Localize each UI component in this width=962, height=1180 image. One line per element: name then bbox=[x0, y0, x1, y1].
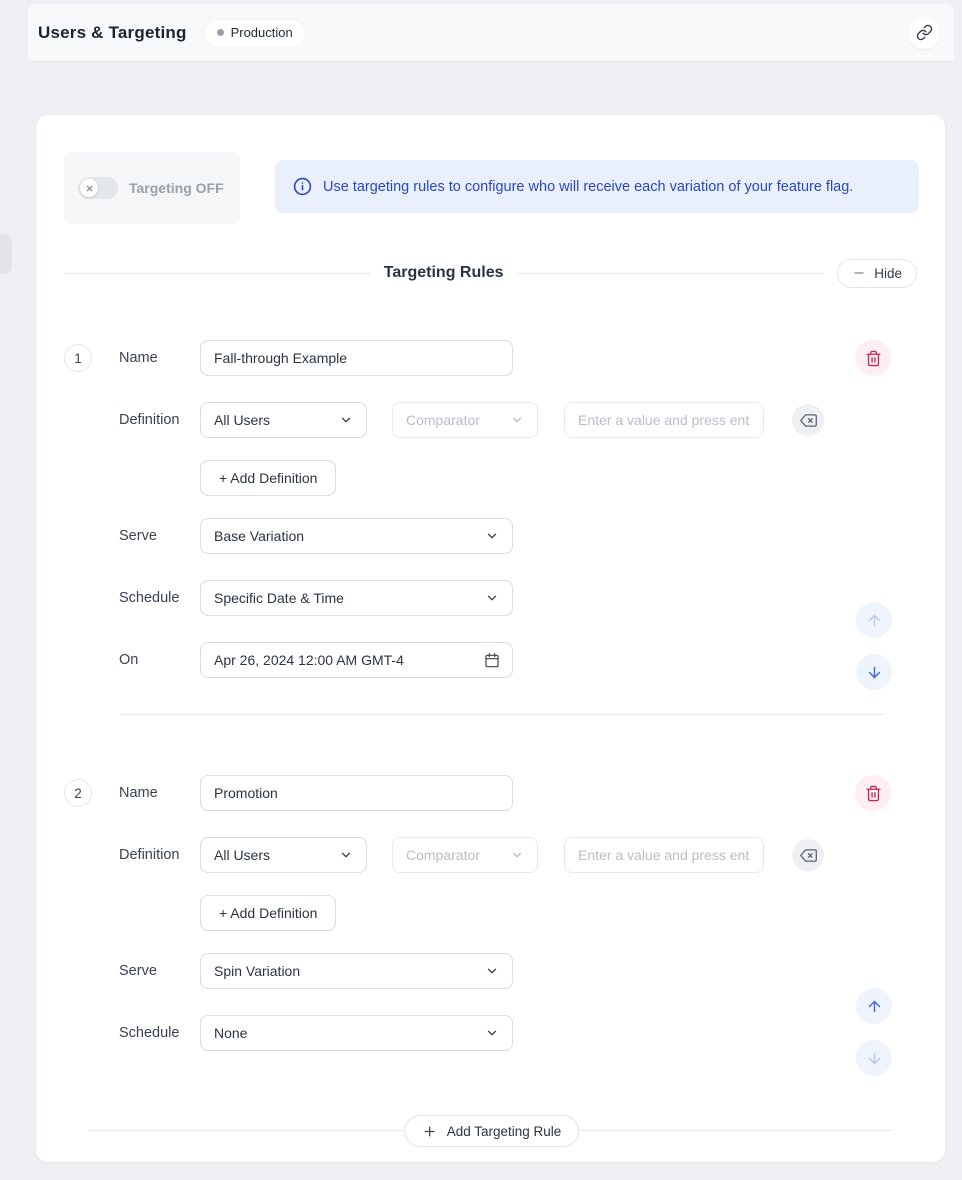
definition-label: Definition bbox=[119, 847, 200, 863]
backspace-icon bbox=[800, 412, 817, 429]
add-definition-button[interactable]: + Add Definition bbox=[200, 460, 336, 496]
definition-value-input[interactable] bbox=[564, 837, 764, 873]
move-rule-up-button[interactable] bbox=[856, 602, 892, 638]
section-title: Targeting Rules bbox=[384, 264, 504, 282]
info-icon bbox=[293, 177, 312, 196]
arrow-up-icon bbox=[866, 612, 883, 629]
serve-select-value: Spin Variation bbox=[214, 963, 300, 979]
name-label: Name bbox=[119, 785, 200, 801]
arrow-down-icon bbox=[866, 664, 883, 681]
schedule-select[interactable]: Specific Date & Time bbox=[200, 580, 513, 616]
schedule-datetime-field[interactable]: Apr 26, 2024 12:00 AM GMT-4 bbox=[200, 642, 513, 678]
page-header: Users & Targeting Production bbox=[28, 4, 954, 62]
chevron-down-icon bbox=[485, 964, 499, 978]
schedule-select-value: None bbox=[214, 1025, 247, 1041]
targeting-rule-2: 2 Name Definition All Users Comparator bbox=[64, 775, 919, 1051]
targeting-toggle-label: Targeting OFF bbox=[129, 180, 224, 196]
sidebar-handle[interactable] bbox=[0, 234, 12, 274]
targeting-toggle-container: Targeting OFF bbox=[64, 152, 240, 224]
serve-label: Serve bbox=[119, 528, 200, 544]
rule-name-input[interactable] bbox=[200, 340, 513, 376]
rule-number-badge: 1 bbox=[64, 344, 92, 372]
name-label: Name bbox=[119, 350, 200, 366]
trash-icon bbox=[865, 350, 882, 367]
rule-divider bbox=[120, 714, 885, 715]
comparator-select-placeholder: Comparator bbox=[406, 847, 480, 863]
move-rule-up-button[interactable] bbox=[856, 988, 892, 1024]
clear-definition-button[interactable] bbox=[792, 839, 824, 871]
schedule-select-value: Specific Date & Time bbox=[214, 590, 344, 606]
serve-label: Serve bbox=[119, 963, 200, 979]
schedule-select[interactable]: None bbox=[200, 1015, 513, 1051]
backspace-icon bbox=[800, 847, 817, 864]
comparator-select[interactable]: Comparator bbox=[392, 402, 538, 438]
arrow-up-icon bbox=[866, 998, 883, 1015]
chevron-down-icon bbox=[510, 413, 524, 427]
clear-definition-button[interactable] bbox=[792, 404, 824, 436]
divider bbox=[64, 273, 370, 274]
hide-rules-button[interactable]: Hide bbox=[837, 259, 917, 288]
serve-select[interactable]: Spin Variation bbox=[200, 953, 513, 989]
minus-icon bbox=[852, 266, 866, 280]
link-icon bbox=[916, 24, 933, 41]
targeting-card: Targeting OFF Use targeting rules to con… bbox=[36, 115, 945, 1162]
trash-icon bbox=[865, 785, 882, 802]
chevron-down-icon bbox=[510, 848, 524, 862]
schedule-label: Schedule bbox=[119, 590, 200, 606]
copy-link-button[interactable] bbox=[908, 17, 940, 49]
audience-select-value: All Users bbox=[214, 412, 270, 428]
environment-badge: Production bbox=[205, 20, 305, 46]
environment-dot-icon bbox=[217, 29, 224, 36]
definition-value-input[interactable] bbox=[564, 402, 764, 438]
add-targeting-rule-button[interactable]: Add Targeting Rule bbox=[404, 1115, 580, 1147]
move-rule-down-button[interactable] bbox=[856, 1040, 892, 1076]
comparator-select-placeholder: Comparator bbox=[406, 412, 480, 428]
toggle-x-icon bbox=[80, 179, 98, 197]
chevron-down-icon bbox=[339, 413, 353, 427]
environment-badge-label: Production bbox=[231, 25, 293, 40]
serve-select[interactable]: Base Variation bbox=[200, 518, 513, 554]
audience-select[interactable]: All Users bbox=[200, 837, 367, 873]
plus-icon bbox=[422, 1124, 437, 1139]
delete-rule-button[interactable] bbox=[855, 775, 891, 811]
arrow-down-icon bbox=[866, 1050, 883, 1067]
rule-name-input[interactable] bbox=[200, 775, 513, 811]
schedule-datetime-value: Apr 26, 2024 12:00 AM GMT-4 bbox=[214, 652, 404, 668]
targeting-rules-header: Targeting Rules Hide bbox=[64, 258, 919, 288]
targeting-rule-1: 1 Name Definition All Users Comparator bbox=[64, 340, 919, 678]
audience-select-value: All Users bbox=[214, 847, 270, 863]
add-definition-button[interactable]: + Add Definition bbox=[200, 895, 336, 931]
serve-select-value: Base Variation bbox=[214, 528, 304, 544]
on-label: On bbox=[119, 652, 200, 668]
add-rule-row: Add Targeting Rule bbox=[64, 1115, 919, 1147]
page-title: Users & Targeting bbox=[38, 23, 187, 43]
info-banner: Use targeting rules to configure who wil… bbox=[275, 160, 919, 213]
chevron-down-icon bbox=[485, 1026, 499, 1040]
add-targeting-rule-label: Add Targeting Rule bbox=[447, 1124, 562, 1139]
chevron-down-icon bbox=[485, 529, 499, 543]
hide-button-label: Hide bbox=[874, 266, 902, 281]
rule-number-badge: 2 bbox=[64, 779, 92, 807]
targeting-toggle[interactable] bbox=[78, 177, 118, 199]
comparator-select[interactable]: Comparator bbox=[392, 837, 538, 873]
schedule-label: Schedule bbox=[119, 1025, 200, 1041]
delete-rule-button[interactable] bbox=[855, 340, 891, 376]
audience-select[interactable]: All Users bbox=[200, 402, 367, 438]
divider bbox=[517, 273, 823, 274]
definition-label: Definition bbox=[119, 412, 200, 428]
chevron-down-icon bbox=[339, 848, 353, 862]
chevron-down-icon bbox=[485, 591, 499, 605]
move-rule-down-button[interactable] bbox=[856, 654, 892, 690]
info-banner-text: Use targeting rules to configure who wil… bbox=[323, 179, 853, 195]
calendar-icon bbox=[484, 652, 500, 668]
